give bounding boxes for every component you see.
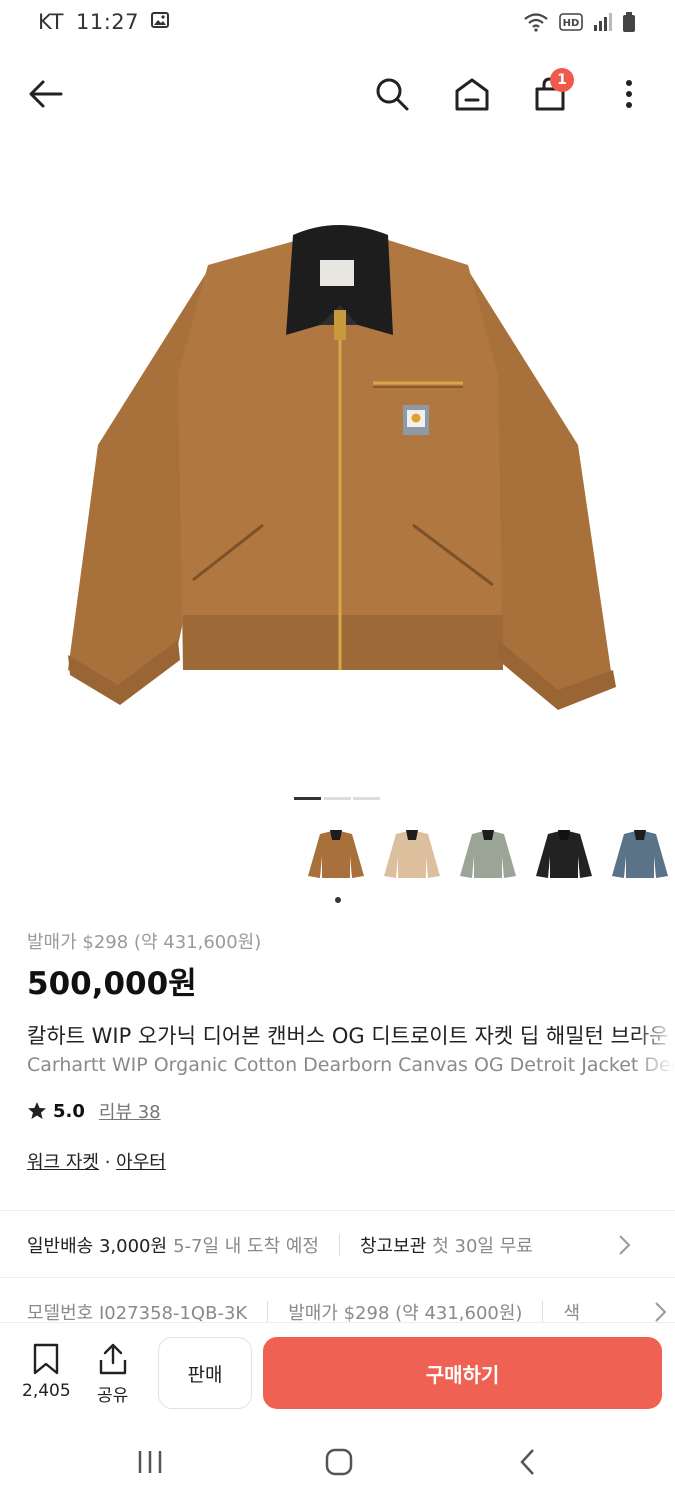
shipping-row[interactable]: 일반배송 3,000원 5-7일 내 도착 예정 창고보관 첫 30일 무료 (27, 1232, 657, 1258)
section-divider (0, 1277, 675, 1278)
normal-shipping-label: 일반배송 3,000원 (27, 1236, 168, 1257)
rating-row: 5.0 리뷰 38 (27, 1098, 161, 1124)
gallery-indicator-1 (294, 797, 321, 800)
jacket-thumbnail-icon (536, 830, 592, 878)
rating-score: 5.0 (53, 1100, 85, 1122)
color-option-sage-green[interactable] (457, 823, 519, 885)
battery-icon (623, 12, 635, 36)
star-icon (28, 1102, 46, 1119)
color-options (305, 823, 671, 885)
jacket-thumbnail-icon (612, 830, 668, 878)
status-bar: KT 11:27 HD (0, 0, 675, 48)
section-divider (0, 1210, 675, 1211)
cart-count-badge: 1 (550, 68, 574, 92)
product-title-korean: 칼하트 WIP 오가닉 디어본 캔버스 OG 디트로이트 자켓 딥 해밀턴 브라… (27, 1024, 669, 1048)
color-option-storm-blue[interactable] (609, 823, 671, 885)
back-button[interactable] (24, 72, 68, 116)
share-icon (99, 1343, 126, 1375)
color-option-hamilton-brown[interactable] (305, 823, 367, 885)
share-button[interactable]: 공유 (97, 1343, 128, 1406)
jacket-illustration (67, 225, 616, 710)
clock: 11:27 (75, 10, 139, 34)
gallery-indicator-2 (324, 797, 351, 800)
bookmark-icon (34, 1343, 59, 1375)
carrier-label: KT (38, 10, 64, 34)
bookmark-button[interactable]: 2,405 (22, 1343, 71, 1401)
share-label: 공유 (97, 1386, 129, 1406)
category-breadcrumb: 워크 자켓 · 아우터 (27, 1148, 166, 1174)
details-separator (267, 1301, 269, 1323)
search-icon (376, 78, 409, 111)
product-price: 500,000원 (27, 966, 197, 1002)
chevron-right-icon (655, 1302, 667, 1322)
chevron-left-icon (520, 1449, 534, 1475)
recent-apps-icon (138, 1451, 162, 1473)
arrow-left-icon (29, 80, 63, 108)
color-option-dusty-beige[interactable] (381, 823, 443, 885)
bottom-action-bar: 2,405 공유 판매 구매하기 (0, 1322, 675, 1422)
product-image[interactable] (0, 150, 675, 780)
jacket-thumbnail-icon (308, 830, 364, 878)
recent-apps-button[interactable] (130, 1444, 170, 1480)
category-separator: · (98, 1152, 117, 1173)
normal-shipping-eta: 5-7일 내 도착 예정 (173, 1236, 319, 1257)
details-separator (542, 1301, 544, 1323)
wifi-icon (523, 12, 549, 36)
release-price: 발매가 $298 (약 431,600원) (27, 932, 262, 953)
system-navigation-bar (0, 1422, 675, 1500)
color-option-black[interactable] (533, 823, 595, 885)
selected-color-dot (335, 897, 341, 903)
hd-voice-icon: HD (559, 13, 583, 35)
chevron-right-icon (619, 1235, 631, 1255)
storage-note: 첫 30일 무료 (432, 1236, 533, 1257)
home-circle-icon (325, 1448, 353, 1476)
product-title-english: Carhartt WIP Organic Cotton Dearborn Can… (27, 1054, 675, 1076)
home-icon (455, 78, 489, 111)
top-navigation: 1 (0, 60, 675, 130)
storage-label: 창고보관 (360, 1236, 427, 1257)
jacket-thumbnail-icon (384, 830, 440, 878)
more-menu-button[interactable] (607, 72, 651, 116)
gallery-indicator-3 (353, 797, 380, 800)
svg-text:HD: HD (563, 18, 580, 29)
cart-button[interactable]: 1 (528, 68, 574, 116)
home-button[interactable] (450, 72, 494, 116)
title-fade-overlay (635, 1018, 675, 1088)
buy-button[interactable]: 구매하기 (263, 1337, 662, 1409)
system-home-button[interactable] (319, 1444, 359, 1480)
shipping-separator (339, 1234, 340, 1256)
signal-icon (593, 13, 613, 35)
more-vertical-icon (626, 80, 632, 108)
bookmark-count: 2,405 (22, 1381, 71, 1401)
category-link-outer[interactable]: 아우터 (116, 1152, 166, 1173)
sell-button[interactable]: 판매 (158, 1337, 252, 1409)
jacket-thumbnail-icon (460, 830, 516, 878)
system-back-button[interactable] (508, 1444, 548, 1480)
category-link-work-jacket[interactable]: 워크 자켓 (27, 1152, 99, 1173)
review-link[interactable]: 리뷰 38 (99, 1098, 161, 1124)
image-notification-icon (151, 10, 169, 34)
search-button[interactable] (370, 72, 414, 116)
